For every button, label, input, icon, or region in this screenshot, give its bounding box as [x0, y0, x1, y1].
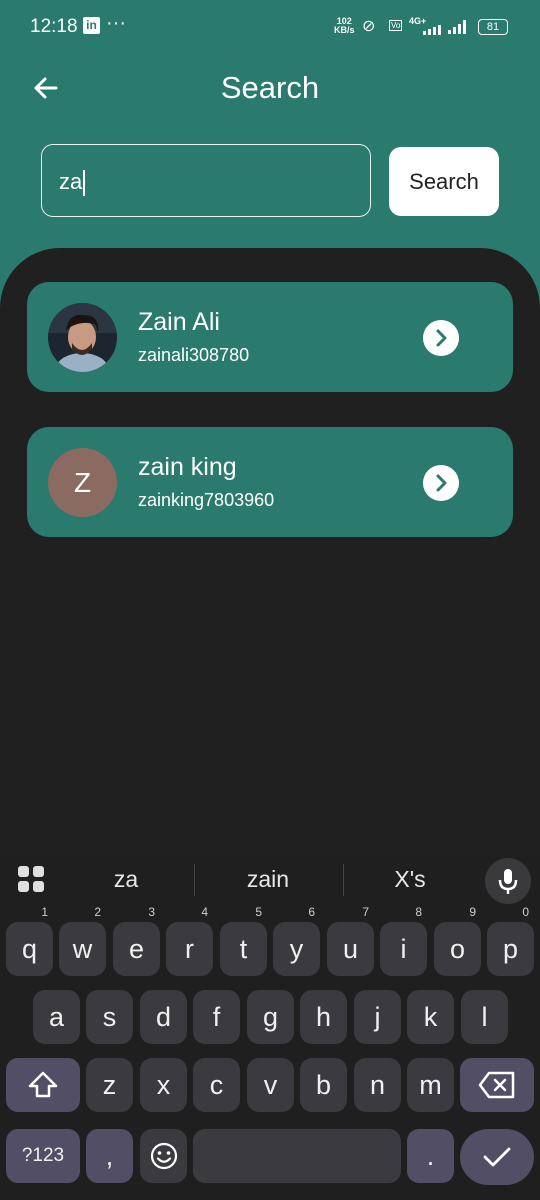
volte-icon: Vo	[389, 20, 403, 31]
status-time: 12:18	[30, 16, 78, 37]
result-username: zainali308780	[138, 345, 250, 365]
key-g[interactable]: g	[247, 990, 294, 1044]
status-more-dots: ···	[106, 12, 126, 34]
key-p[interactable]: p0	[487, 906, 534, 976]
key-l[interactable]: l	[461, 990, 508, 1044]
apps-grid-icon[interactable]	[18, 866, 44, 892]
divider	[194, 864, 195, 896]
key-t[interactable]: t5	[220, 906, 267, 976]
signal-icon-1	[423, 25, 441, 35]
mic-icon	[498, 869, 518, 894]
network-speed: 102 KB/s	[334, 16, 355, 35]
key-comma[interactable]: ,	[86, 1129, 133, 1183]
divider	[343, 864, 344, 896]
key-m[interactable]: m	[407, 1058, 454, 1112]
status-bar: 12:18 in ··· 102 KB/s ⊘ Vo 4G+ 81	[0, 0, 540, 54]
key-q[interactable]: q1	[6, 906, 53, 976]
search-input[interactable]: za	[41, 144, 371, 217]
result-card[interactable]: Zain Ali zainali308780	[27, 282, 513, 392]
linkedin-icon: in	[83, 17, 100, 34]
avatar	[48, 303, 117, 372]
key-z[interactable]: z	[86, 1058, 133, 1112]
key-v[interactable]: v	[247, 1058, 294, 1112]
key-o[interactable]: o9	[434, 906, 481, 976]
mic-button[interactable]	[485, 858, 531, 904]
results-panel: Zain Ali zainali308780 Z zain king zaink…	[0, 248, 540, 858]
key-u[interactable]: u7	[327, 906, 374, 976]
chevron-right-icon[interactable]	[423, 465, 459, 501]
emoji-button[interactable]	[140, 1129, 187, 1183]
header: Search	[0, 60, 540, 116]
key-y[interactable]: y6	[273, 906, 320, 976]
key-c[interactable]: c	[193, 1058, 240, 1112]
result-name: zain king	[138, 453, 237, 481]
key-j[interactable]: j	[354, 990, 401, 1044]
key-r[interactable]: r4	[166, 906, 213, 976]
suggestion[interactable]: X's	[355, 866, 465, 893]
suggestion[interactable]: zain	[213, 866, 323, 893]
key-period[interactable]: .	[407, 1129, 454, 1183]
text-cursor	[83, 170, 86, 197]
search-input-value: za	[59, 169, 86, 197]
backspace-icon	[478, 1071, 515, 1099]
hotspot-icon: ⊘	[362, 18, 376, 35]
shift-icon	[28, 1071, 58, 1098]
avatar: Z	[48, 448, 117, 517]
battery-icon: 81	[478, 19, 508, 35]
key-e[interactable]: e3	[113, 906, 160, 976]
page-title: Search	[220, 70, 320, 105]
key-a[interactable]: a	[33, 990, 80, 1044]
result-name: Zain Ali	[138, 308, 220, 336]
key-d[interactable]: d	[140, 990, 187, 1044]
key-h[interactable]: h	[300, 990, 347, 1044]
search-button[interactable]: Search	[389, 147, 499, 216]
signal-icon-2	[448, 20, 466, 34]
check-icon	[483, 1147, 511, 1167]
enter-button[interactable]	[460, 1129, 534, 1185]
spacebar[interactable]	[193, 1129, 401, 1183]
result-card[interactable]: Z zain king zainking7803960	[27, 427, 513, 537]
key-w[interactable]: w2	[59, 906, 106, 976]
symbols-button[interactable]: ?123	[6, 1129, 80, 1183]
key-i[interactable]: i8	[380, 906, 427, 976]
keyboard: za zain X's q1 w2 e3 r4 t5 y6 u7 i8 o9 p…	[0, 858, 540, 1200]
key-b[interactable]: b	[300, 1058, 347, 1112]
key-s[interactable]: s	[86, 990, 133, 1044]
key-x[interactable]: x	[140, 1058, 187, 1112]
result-username: zainking7803960	[138, 490, 275, 510]
key-n[interactable]: n	[354, 1058, 401, 1112]
key-k[interactable]: k	[407, 990, 454, 1044]
chevron-right-icon[interactable]	[423, 320, 459, 356]
suggestion[interactable]: za	[71, 866, 181, 893]
backspace-button[interactable]	[460, 1058, 534, 1112]
emoji-icon	[150, 1142, 177, 1170]
key-f[interactable]: f	[193, 990, 240, 1044]
shift-button[interactable]	[6, 1058, 80, 1112]
